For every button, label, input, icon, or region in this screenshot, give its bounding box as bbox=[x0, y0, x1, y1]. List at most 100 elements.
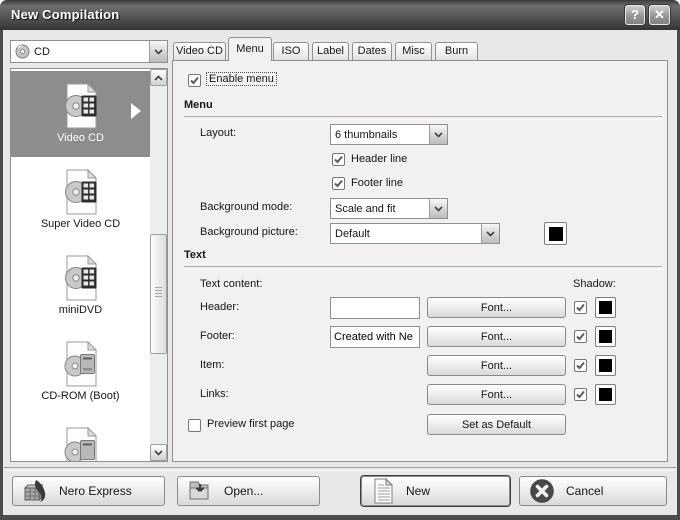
header-shadow-checkbox[interactable] bbox=[574, 301, 587, 314]
list-item-cdrom-boot[interactable]: CD-ROM (Boot) bbox=[11, 329, 150, 415]
scroll-up-icon[interactable] bbox=[150, 69, 167, 86]
background-mode-value: Scale and fit bbox=[335, 202, 396, 215]
help-button[interactable]: ? bbox=[625, 5, 645, 25]
layout-value: 6 thumbnails bbox=[335, 128, 398, 141]
close-icon: ✕ bbox=[654, 7, 665, 22]
item-color-swatch[interactable] bbox=[595, 355, 616, 376]
menu-group-divider bbox=[184, 116, 662, 120]
cdrom-disc-icon bbox=[64, 341, 97, 387]
background-picture-value: Default bbox=[335, 227, 370, 240]
open-label: Open... bbox=[224, 484, 264, 498]
check-icon bbox=[334, 155, 343, 164]
footer-text-input[interactable] bbox=[330, 326, 420, 348]
tab-video-cd[interactable]: Video CD bbox=[173, 42, 226, 60]
shadow-column-label: Shadow: bbox=[573, 278, 616, 290]
check-icon bbox=[190, 76, 199, 85]
header-color-swatch[interactable] bbox=[595, 297, 616, 318]
preview-first-page-label[interactable]: Preview first page bbox=[207, 418, 294, 430]
text-group-divider bbox=[184, 266, 662, 270]
list-viewport: Video CD Super Video CD miniDVD CD-ROM (… bbox=[11, 69, 150, 461]
list-item-label: miniDVD bbox=[58, 304, 103, 316]
background-picture-select[interactable]: Default bbox=[330, 223, 500, 244]
list-item-minidvd[interactable]: miniDVD bbox=[11, 243, 150, 329]
title-bar[interactable]: New Compilation ? ✕ bbox=[0, 0, 680, 30]
footer-divider bbox=[4, 467, 676, 471]
background-color-swatch[interactable] bbox=[544, 222, 567, 245]
window-title: New Compilation bbox=[11, 7, 120, 22]
item-row-label: Item: bbox=[200, 359, 225, 371]
question-mark-icon: ? bbox=[631, 7, 639, 22]
scroll-down-icon[interactable] bbox=[150, 444, 167, 461]
list-scrollbar[interactable] bbox=[150, 69, 167, 461]
text-group-title: Text bbox=[184, 249, 206, 261]
open-folder-icon bbox=[189, 481, 209, 500]
new-label: New bbox=[406, 484, 431, 498]
layout-label: Layout: bbox=[200, 127, 237, 139]
tab-misc[interactable]: Misc bbox=[395, 42, 432, 60]
preview-first-page-checkbox[interactable] bbox=[188, 419, 201, 432]
video-disc-icon bbox=[64, 83, 97, 129]
new-compilation-dialog: New Compilation ? ✕ CD Video CD Super Vi… bbox=[0, 0, 680, 520]
list-item-label: Super Video CD bbox=[40, 218, 121, 230]
list-item-super-video-cd[interactable]: Super Video CD bbox=[11, 157, 150, 243]
item-shadow-checkbox[interactable] bbox=[574, 359, 587, 372]
check-icon bbox=[576, 332, 585, 341]
header-font-button[interactable]: Font... bbox=[427, 297, 566, 318]
menu-tab-page bbox=[172, 60, 668, 462]
nero-express-label: Nero Express bbox=[59, 484, 132, 498]
enable-menu-checkbox[interactable] bbox=[188, 74, 201, 87]
footer-line-checkbox[interactable] bbox=[332, 177, 345, 190]
tab-label[interactable]: Label bbox=[312, 42, 349, 60]
cancel-label: Cancel bbox=[566, 484, 604, 498]
nero-express-button[interactable]: Nero Express bbox=[12, 476, 165, 506]
footer-color-swatch[interactable] bbox=[595, 326, 616, 347]
links-row-label: Links: bbox=[200, 388, 229, 400]
media-type-select[interactable]: CD bbox=[10, 40, 168, 63]
chevron-down-icon[interactable] bbox=[481, 224, 499, 243]
links-color-swatch[interactable] bbox=[595, 384, 616, 405]
chevron-down-icon[interactable] bbox=[429, 199, 447, 218]
links-shadow-checkbox[interactable] bbox=[574, 388, 587, 401]
enable-menu-label[interactable]: Enable menu bbox=[206, 72, 277, 86]
footer-shadow-checkbox[interactable] bbox=[574, 330, 587, 343]
footer-line-label[interactable]: Footer line bbox=[351, 177, 403, 189]
list-item-label: CD-ROM (Boot) bbox=[41, 390, 120, 402]
text-content-label: Text content: bbox=[200, 278, 263, 290]
list-item-video-cd[interactable]: Video CD bbox=[11, 71, 150, 157]
links-font-button[interactable]: Font... bbox=[427, 384, 566, 405]
chevron-down-icon[interactable] bbox=[429, 125, 447, 144]
tab-menu[interactable]: Menu bbox=[228, 37, 272, 61]
open-button[interactable]: Open... bbox=[177, 476, 320, 506]
header-row-label: Header: bbox=[200, 301, 240, 313]
layout-select[interactable]: 6 thumbnails bbox=[330, 124, 448, 145]
header-line-label[interactable]: Header line bbox=[351, 153, 407, 165]
cd-disc-icon bbox=[15, 44, 30, 59]
color-sample bbox=[599, 359, 612, 372]
header-line-checkbox[interactable] bbox=[332, 153, 345, 166]
item-font-button[interactable]: Font... bbox=[427, 355, 566, 376]
footer-font-button[interactable]: Font... bbox=[427, 326, 566, 347]
video-disc-icon bbox=[64, 255, 97, 301]
nero-express-icon bbox=[23, 480, 46, 502]
scrollbar-thumb[interactable] bbox=[150, 234, 167, 354]
check-icon bbox=[576, 361, 585, 370]
close-button[interactable]: ✕ bbox=[649, 5, 670, 25]
cancel-button[interactable]: Cancel bbox=[519, 476, 667, 506]
media-type-value: CD bbox=[34, 45, 50, 58]
list-item-label: Video CD bbox=[57, 132, 104, 144]
selection-arrow-icon bbox=[131, 103, 141, 119]
background-picture-label: Background picture: bbox=[200, 226, 298, 238]
tab-iso[interactable]: ISO bbox=[273, 42, 309, 60]
cancel-icon bbox=[530, 479, 554, 503]
color-sample bbox=[548, 226, 563, 241]
set-as-default-button[interactable]: Set as Default bbox=[427, 414, 566, 435]
new-document-icon bbox=[374, 478, 394, 504]
new-button[interactable]: New bbox=[361, 476, 510, 506]
color-sample bbox=[599, 330, 612, 343]
tab-burn[interactable]: Burn bbox=[435, 42, 478, 60]
chevron-down-icon[interactable] bbox=[149, 41, 167, 62]
list-item-partial[interactable] bbox=[11, 415, 150, 461]
tab-dates[interactable]: Dates bbox=[352, 42, 392, 60]
background-mode-select[interactable]: Scale and fit bbox=[330, 198, 448, 219]
header-text-input[interactable] bbox=[330, 297, 420, 319]
